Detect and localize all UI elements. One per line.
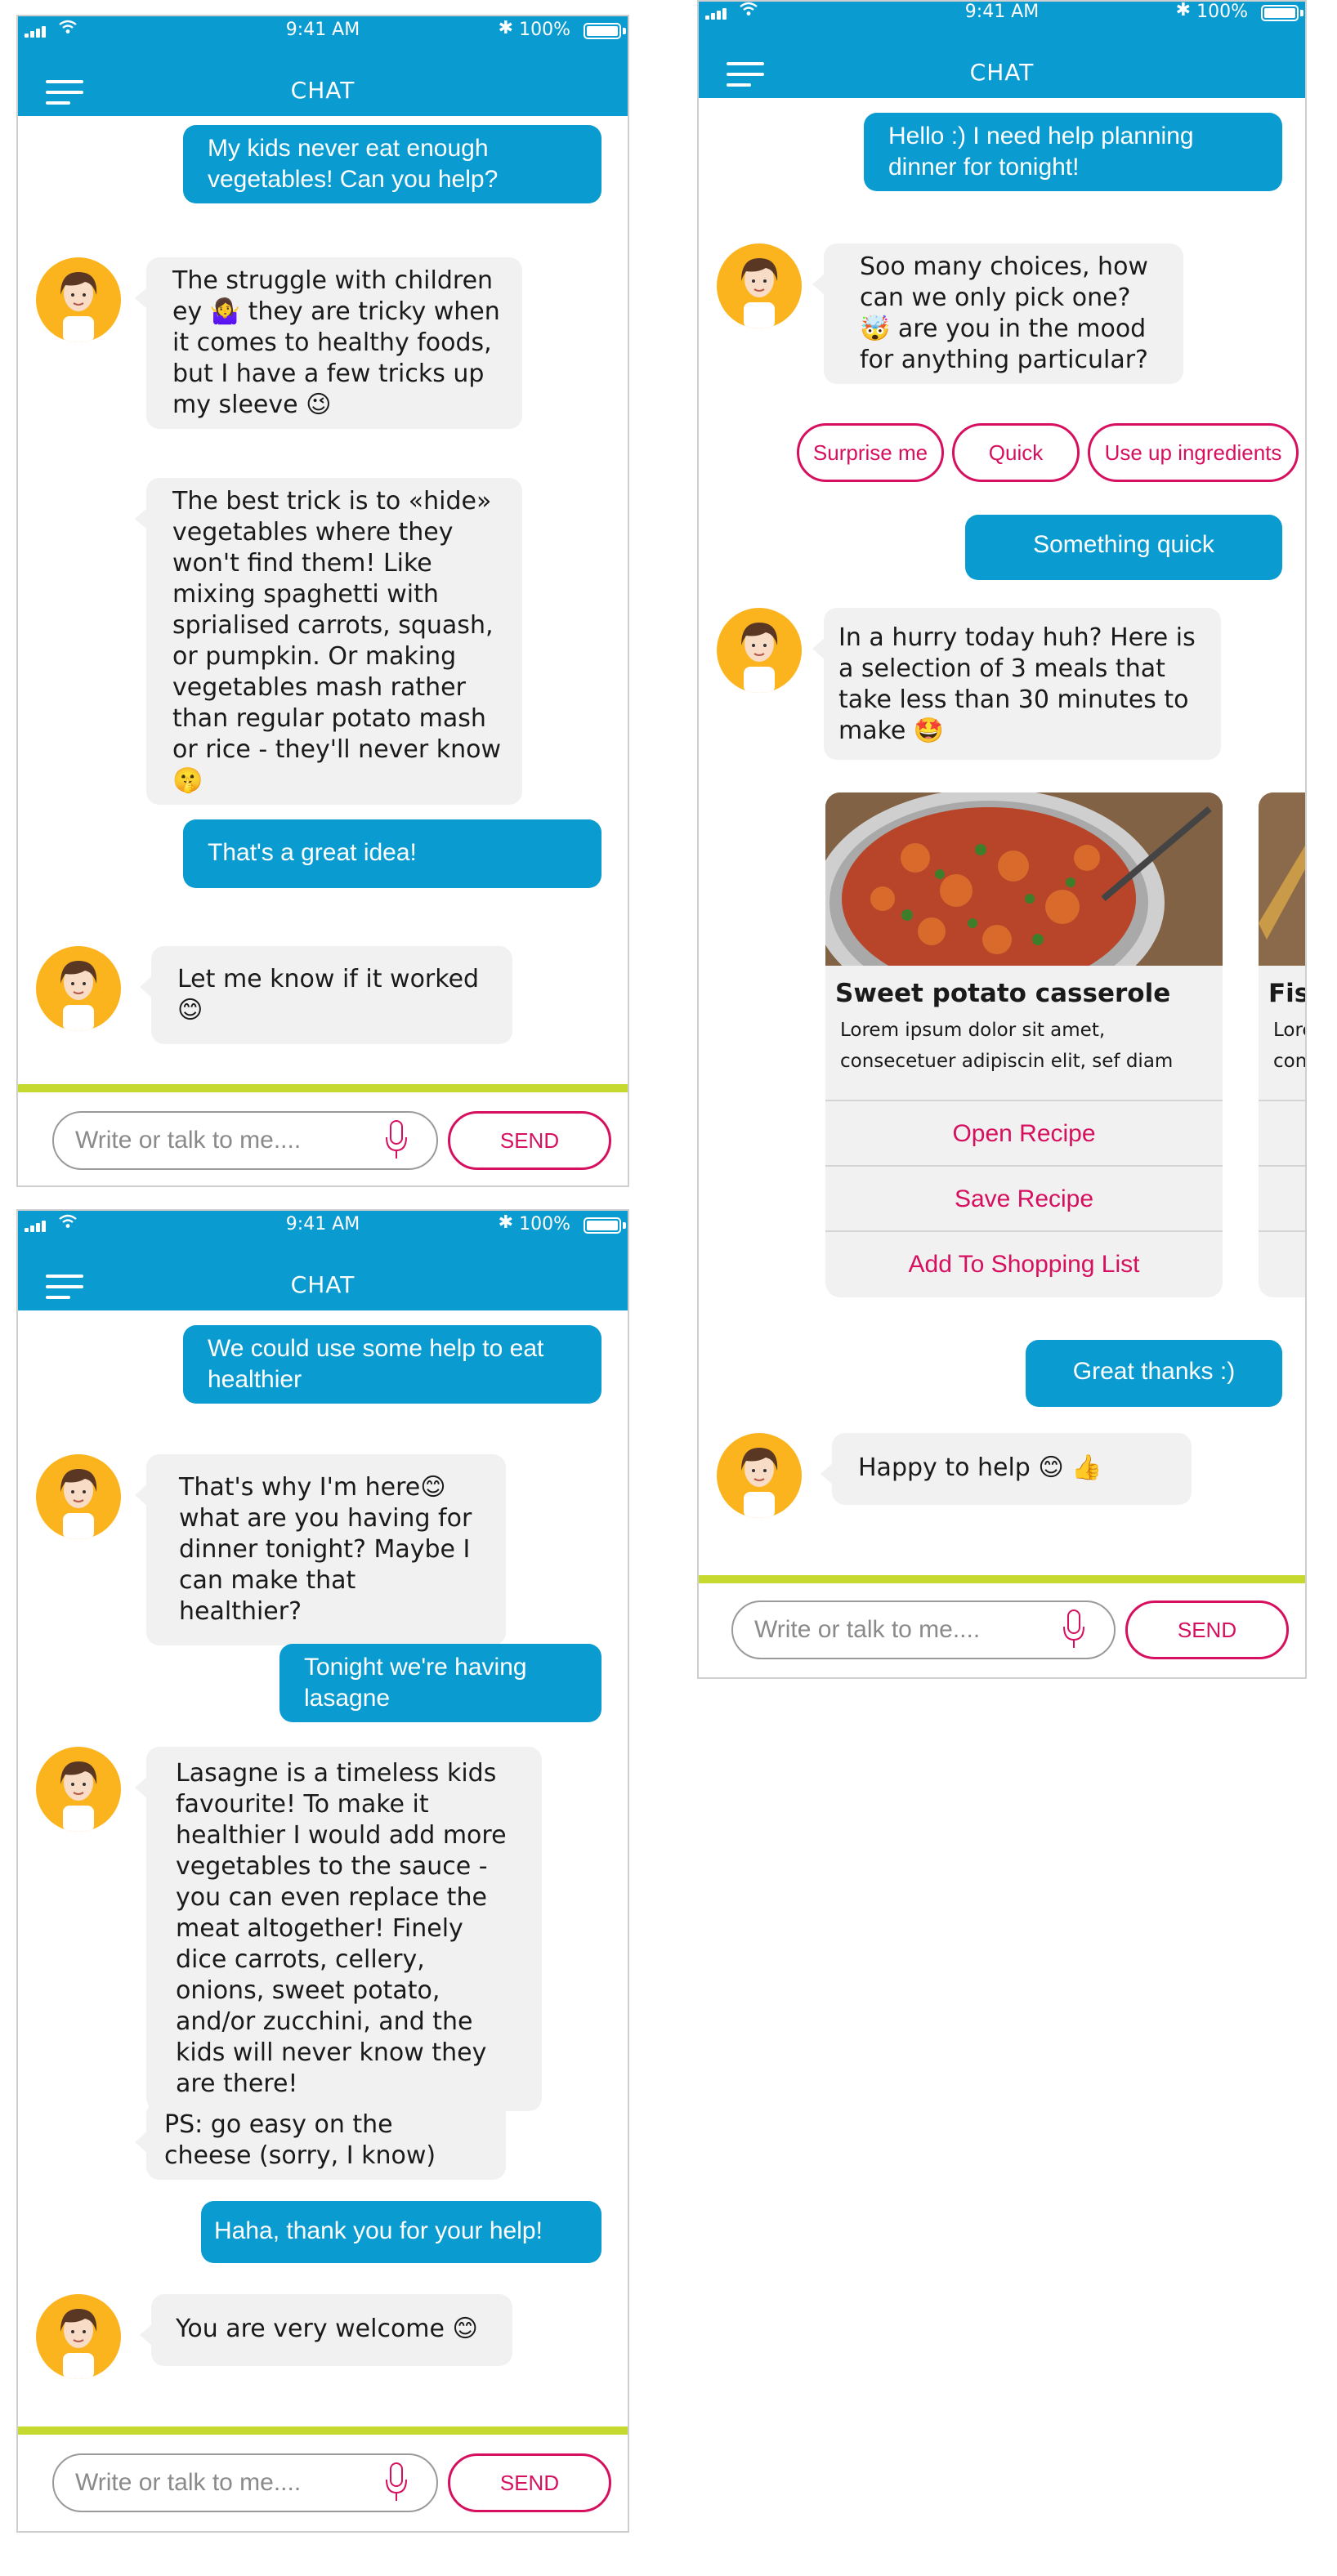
recipe-description: Lore con (1273, 1020, 1306, 1072)
bot-avatar (36, 2294, 121, 2379)
app-header: 9:41 AM ✱ 100% CHAT (18, 16, 628, 116)
bot-avatar (717, 608, 802, 693)
bot-message: That's why I'm here😊 what are you having… (135, 1454, 506, 1645)
input-area: Write or talk to me.... SEND (18, 2435, 628, 2525)
quick-reply-surprise-me[interactable]: Surprise me (797, 423, 944, 482)
bot-avatar (717, 243, 802, 328)
app-header: 9:41 AM ✱ 100% CHAT (699, 0, 1305, 98)
user-message: Tonight we're having lasagne (279, 1644, 601, 1722)
quick-reply-use-up-ingredients[interactable]: Use up ingredients (1088, 423, 1299, 482)
bot-message: In a hurry today huh? Here is a selectio… (812, 608, 1221, 760)
recipe-card: Sweet potato casserole Lorem ipsum dolor… (825, 792, 1223, 1297)
status-bar: 9:41 AM ✱ 100% (699, 0, 1305, 28)
microphone-icon[interactable] (382, 1118, 410, 1163)
input-area: Write or talk to me.... SEND (18, 1092, 628, 1182)
recipe-title: Sweet potato casserole (835, 979, 1171, 1008)
message-input[interactable]: Write or talk to me.... (52, 2453, 438, 2512)
bot-avatar (717, 1433, 802, 1518)
battery-icon (584, 1217, 621, 1234)
recipe-description: Lorem ipsum dolor sit amet, consecetuer … (840, 1020, 1174, 1072)
microphone-icon[interactable] (1060, 1607, 1088, 1653)
user-message: Great thanks :) (1026, 1340, 1282, 1407)
recipe-title: Fis (1268, 979, 1307, 1008)
page-title: CHAT (290, 77, 355, 104)
recipe-card: Fis Lore con (1259, 792, 1307, 1297)
add-to-shopping-list-button[interactable]: Add To Shopping List (825, 1230, 1223, 1297)
battery-icon (584, 23, 621, 39)
save-recipe-button[interactable]: Save Recipe (825, 1165, 1223, 1232)
divider-bar (18, 2426, 628, 2435)
status-bar: 9:41 AM ✱ 100% (18, 1211, 628, 1240)
chat-screen-3: 9:41 AM ✱ 100% CHAT Hello :) I need help… (697, 0, 1307, 1679)
message-input[interactable]: Write or talk to me.... (52, 1111, 438, 1170)
status-bar: 9:41 AM ✱ 100% (18, 16, 628, 46)
page-title: CHAT (290, 1271, 355, 1298)
bot-avatar (36, 1747, 121, 1832)
bot-message: The best trick is to «hide» vegetables w… (135, 478, 522, 805)
send-button[interactable]: SEND (448, 1111, 611, 1170)
chat-screen-1: 9:41 AM ✱ 100% CHAT My kids never eat en… (16, 15, 629, 1187)
send-button[interactable]: SEND (1125, 1601, 1289, 1659)
bot-message: Lasagne is a timeless kids favourite! To… (135, 1747, 542, 2111)
bot-message: Soo many choices, how can we only pick o… (812, 243, 1183, 384)
divider-bar (18, 1084, 628, 1092)
bluetooth-icon: ✱ (1175, 0, 1191, 20)
bot-message: You are very welcome 😊 (140, 2294, 512, 2366)
input-area: Write or talk to me.... SEND (699, 1583, 1305, 1673)
bot-message: Let me know if it worked 😊 (140, 946, 512, 1044)
quick-reply-quick[interactable]: Quick (952, 423, 1080, 482)
battery-icon (1261, 5, 1299, 21)
page-title: CHAT (969, 59, 1035, 86)
battery-percent: 100% (519, 1214, 570, 1234)
divider-bar (699, 1575, 1305, 1583)
bot-avatar (36, 946, 121, 1031)
bluetooth-icon: ✱ (498, 1212, 513, 1233)
battery-percent: 100% (1196, 2, 1248, 22)
bot-message: The struggle with children ey 🤷‍♀️ they … (135, 257, 522, 429)
user-message: We could use some help to eat healthier (183, 1325, 601, 1404)
user-message: Hello :) I need help planning dinner for… (864, 113, 1282, 191)
recipe-image (1259, 792, 1305, 966)
user-message: Something quick (965, 515, 1282, 580)
bluetooth-icon: ✱ (498, 18, 513, 38)
chat-screen-2: 9:41 AM ✱ 100% CHAT We could use some he… (16, 1209, 629, 2533)
message-input[interactable]: Write or talk to me.... (731, 1601, 1116, 1659)
bot-avatar (36, 1454, 121, 1539)
app-header: 9:41 AM ✱ 100% CHAT (18, 1211, 628, 1310)
send-button[interactable]: SEND (448, 2453, 611, 2512)
recipe-image (825, 792, 1223, 966)
user-message: That's a great idea! (183, 819, 601, 888)
open-recipe-button[interactable]: Open Recipe (825, 1100, 1223, 1167)
user-message: My kids never eat enough vegetables! Can… (183, 125, 601, 203)
bot-message: Happy to help 😊 👍 (821, 1433, 1192, 1505)
battery-percent: 100% (519, 20, 570, 40)
microphone-icon[interactable] (382, 2460, 410, 2506)
bot-avatar (36, 257, 121, 342)
user-message: Haha, thank you for your help! (201, 2201, 601, 2263)
bot-message: PS: go easy on the cheese (sorry, I know… (135, 2101, 506, 2180)
